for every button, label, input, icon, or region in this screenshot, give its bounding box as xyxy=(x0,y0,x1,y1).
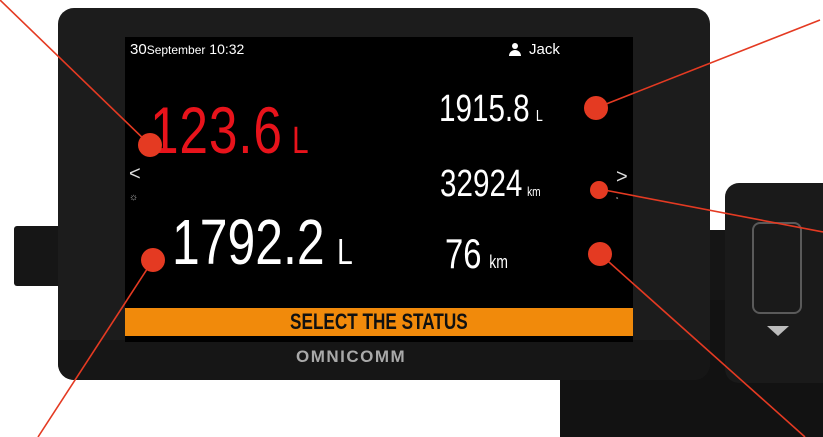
callout-marker-right-mid xyxy=(590,181,608,199)
callout-marker-right-bottom xyxy=(588,242,612,266)
callout-marker-right-top xyxy=(584,96,608,120)
callout-lines xyxy=(0,0,823,437)
callout-marker-primary xyxy=(138,133,162,157)
callout-marker-secondary xyxy=(141,248,165,272)
